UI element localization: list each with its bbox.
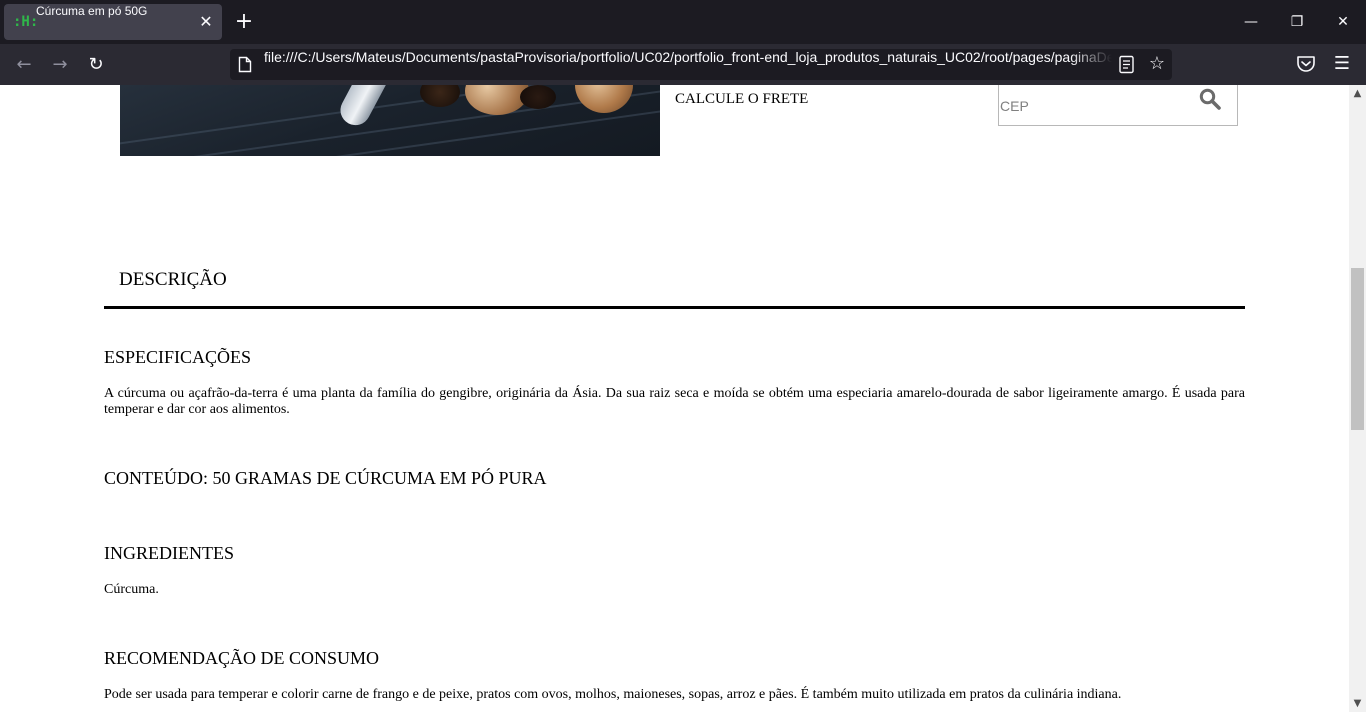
reload-button[interactable]: ↻ bbox=[83, 52, 109, 78]
tab-strip: :H: Cúrcuma em pó 50G ✕ + — ❐ ✕ bbox=[0, 0, 1366, 44]
freight-label: CALCULE O FRETE bbox=[675, 91, 809, 107]
bookmark-star-icon[interactable]: ☆ bbox=[1146, 53, 1168, 75]
ingredients-heading: INGREDIENTES bbox=[104, 543, 234, 563]
tab-close-icon[interactable]: ✕ bbox=[196, 12, 216, 32]
site-favicon-icon: :H: bbox=[13, 14, 39, 30]
forward-button[interactable]: → bbox=[47, 52, 73, 78]
close-window-button[interactable]: ✕ bbox=[1320, 0, 1366, 44]
specs-heading: ESPECIFICAÇÕES bbox=[104, 347, 252, 367]
description-divider bbox=[104, 306, 1245, 309]
tab-title: Cúrcuma em pó 50G bbox=[36, 4, 148, 18]
pocket-icon[interactable] bbox=[1294, 52, 1318, 76]
recommendation-text: Pode ser usada para temperar e colorir c… bbox=[104, 687, 1122, 702]
ingredients-text: Cúrcuma. bbox=[104, 582, 159, 597]
search-icon[interactable] bbox=[1199, 88, 1221, 110]
specs-text: A cúrcuma ou açafrão-da-terra é uma plan… bbox=[104, 386, 1245, 417]
vertical-scrollbar[interactable]: ▲ ▼ bbox=[1349, 85, 1366, 712]
scroll-up-arrow-icon[interactable]: ▲ bbox=[1349, 85, 1366, 102]
page-content: CALCULE O FRETE DESCRIÇÃO ESPECIFICAÇÕES… bbox=[0, 85, 1349, 712]
page-file-icon bbox=[238, 56, 252, 73]
reader-view-icon[interactable] bbox=[1118, 55, 1136, 74]
spice-piece bbox=[575, 85, 633, 113]
app-menu-icon[interactable]: ☰ bbox=[1330, 52, 1354, 76]
content-heading: CONTEÚDO: 50 GRAMAS DE CÚRCUMA EM PÓ PUR… bbox=[104, 468, 547, 488]
minimize-button[interactable]: — bbox=[1228, 0, 1274, 44]
spice-piece bbox=[420, 85, 460, 107]
navigation-toolbar: ← → ↻ file:///C:/Users/Mateus/Documents/… bbox=[0, 44, 1366, 85]
cep-search-box bbox=[998, 85, 1238, 126]
maximize-button[interactable]: ❐ bbox=[1274, 0, 1320, 44]
spice-piece bbox=[520, 85, 556, 109]
address-bar[interactable]: file:///C:/Users/Mateus/Documents/pastaP… bbox=[230, 49, 1172, 80]
scrollbar-thumb[interactable] bbox=[1351, 268, 1364, 430]
cep-input[interactable] bbox=[999, 85, 1179, 125]
product-image bbox=[120, 85, 660, 156]
new-tab-button[interactable]: + bbox=[232, 10, 256, 34]
url-fade bbox=[1070, 49, 1112, 80]
spoon-shape bbox=[335, 85, 391, 131]
tab-description[interactable]: DESCRIÇÃO bbox=[119, 269, 227, 291]
recommendation-heading: RECOMENDAÇÃO DE CONSUMO bbox=[104, 648, 380, 668]
scroll-down-arrow-icon[interactable]: ▼ bbox=[1349, 695, 1366, 712]
url-text[interactable]: file:///C:/Users/Mateus/Documents/pastaP… bbox=[264, 49, 1112, 80]
tab-active[interactable]: :H: Cúrcuma em pó 50G ✕ bbox=[4, 4, 222, 40]
back-button[interactable]: ← bbox=[11, 52, 37, 78]
